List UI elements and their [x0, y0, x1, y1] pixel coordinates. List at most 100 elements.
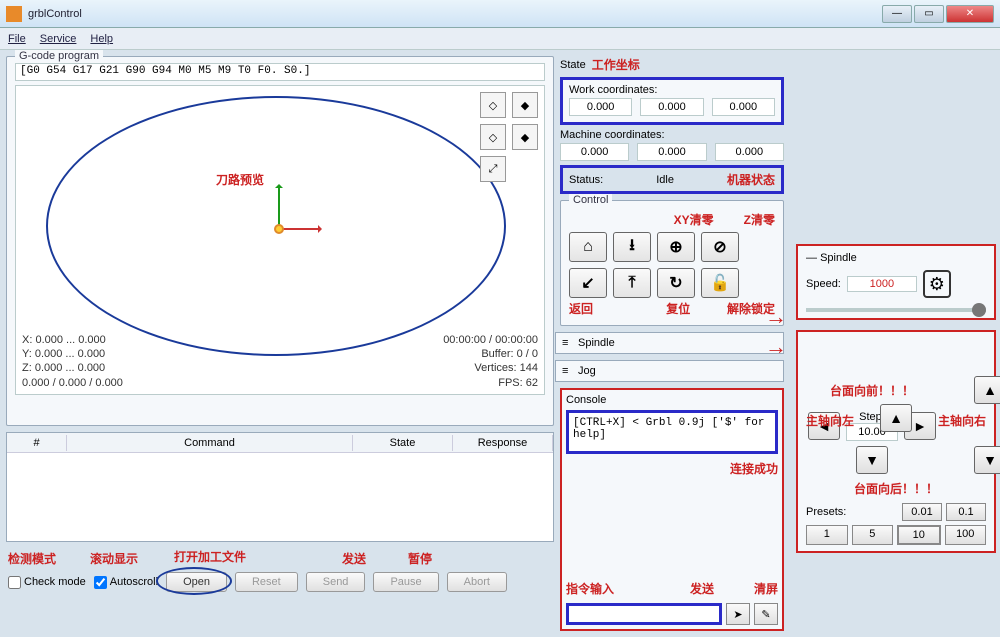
annot-scroll: 滚动显示: [90, 550, 138, 567]
reset-button[interactable]: Reset: [235, 572, 298, 592]
jog-z-down-button[interactable]: ▼: [974, 446, 1000, 474]
preview-stats-right: 00:00:00 / 00:00:00 Buffer: 0 / 0 Vertic…: [443, 333, 538, 390]
minimize-button[interactable]: —: [882, 5, 912, 23]
work-y: 0.000: [640, 98, 703, 116]
th-command: Command: [67, 435, 353, 451]
toolpath-preview[interactable]: 刀路预览 ◇ ◆ ◇ ◆ ⤢ X: 0.000 ... 0.000 Y:: [15, 85, 545, 395]
status-row: Status: Idle 机器状态: [560, 165, 784, 194]
jog-collapse[interactable]: ≡ Jog: [555, 360, 784, 382]
work-z: 0.000: [712, 98, 775, 116]
preset-10[interactable]: 10: [897, 525, 941, 545]
slider-thumb[interactable]: [972, 303, 986, 317]
jog-z-up-button[interactable]: ▲: [974, 376, 1000, 404]
jog-y-plus-button[interactable]: ▲: [880, 404, 912, 432]
hamburger-icon: ≡: [562, 337, 574, 349]
autoscroll-checkbox[interactable]: Autoscroll: [94, 576, 158, 589]
origin-icon: [274, 224, 284, 234]
annot-yplus: 台面向前！！！: [830, 384, 914, 398]
annot-clear: 清屏: [754, 580, 778, 597]
hamburger-icon: ≡: [562, 365, 574, 377]
preset-5[interactable]: 5: [852, 525, 894, 545]
home-button[interactable]: ⌂: [569, 232, 607, 262]
annot-send: 发送: [342, 550, 366, 567]
close-button[interactable]: ✕: [946, 5, 994, 23]
preset-0-01[interactable]: 0.01: [902, 503, 942, 521]
console-output[interactable]: [CTRL+X] < Grbl 0.9j ['$' for help]: [566, 410, 778, 454]
view-iso-solid-button[interactable]: ◆: [512, 92, 538, 118]
fit-view-button[interactable]: ⤢: [480, 156, 506, 182]
state-label: State: [560, 59, 586, 71]
th-response: Response: [453, 435, 553, 451]
annot-ok: 连接成功: [730, 462, 778, 476]
annot-consend: 发送: [690, 580, 714, 597]
work-x: 0.000: [569, 98, 632, 116]
speed-value[interactable]: 1000: [847, 276, 917, 292]
annot-open: 打开加工文件: [174, 548, 246, 565]
annot-pause: 暂停: [408, 550, 432, 567]
maximize-button[interactable]: ▭: [914, 5, 944, 23]
zero-xy-button[interactable]: ⊕: [657, 232, 695, 262]
zero-z-button[interactable]: ⊘: [701, 232, 739, 262]
view-side-button[interactable]: ◆: [512, 124, 538, 150]
console-clear-button[interactable]: ✎: [754, 603, 778, 625]
annot-xplus: 主轴向右: [938, 412, 986, 432]
open-button[interactable]: Open: [166, 572, 227, 592]
control-label: Control: [569, 194, 612, 206]
menu-service[interactable]: Service: [40, 33, 77, 45]
spindle-slider[interactable]: [806, 308, 986, 312]
probe-button[interactable]: ⭳: [613, 232, 651, 262]
menu-bar: File Service Help: [0, 28, 1000, 50]
annot-yminus: 台面向后！！！: [854, 482, 938, 496]
menu-file[interactable]: File: [8, 33, 26, 45]
mach-coords-label: Machine coordinates:: [560, 129, 784, 141]
check-mode-checkbox[interactable]: Check mode: [8, 576, 86, 589]
gcode-group: G-code program [G0 G54 G17 G21 G90 G94 M…: [6, 56, 554, 426]
preset-100[interactable]: 100: [945, 525, 987, 545]
bottom-controls: 检测模式 滚动显示 打开加工文件 发送 暂停 Check mode Autosc…: [6, 548, 554, 594]
axis-y-icon: [278, 186, 280, 226]
preset-0-1[interactable]: 0.1: [946, 503, 986, 521]
console-send-button[interactable]: ➤: [726, 603, 750, 625]
window-title: grblControl: [28, 8, 882, 20]
title-bar: grblControl — ▭ ✕: [0, 0, 1000, 28]
status-label: Status:: [569, 174, 603, 186]
send-button[interactable]: Send: [306, 572, 366, 592]
reset-grbl-button[interactable]: ↻: [657, 268, 695, 298]
preset-1[interactable]: 1: [806, 525, 848, 545]
pause-button[interactable]: Pause: [373, 572, 438, 592]
control-group: Control XY清零 Z清零 ⌂ ⭳ ⊕ ⊘ ↙ ⤒ ↻ 🔓 返回 复位 解…: [560, 200, 784, 326]
annot-return: 返回: [569, 300, 593, 317]
console-label: Console: [566, 394, 778, 406]
annot-reset: 复位: [666, 300, 690, 317]
return-button[interactable]: ↙: [569, 268, 607, 298]
speed-label: Speed:: [806, 278, 841, 290]
spindle-collapse[interactable]: ≡ Spindle: [555, 332, 784, 354]
mach-x: 0.000: [560, 143, 629, 161]
safe-z-button[interactable]: ⤒: [613, 268, 651, 298]
unlock-button[interactable]: 🔓: [701, 268, 739, 298]
menu-help[interactable]: Help: [90, 33, 113, 45]
gcode-current-line: [G0 G54 G17 G21 G90 G94 M0 M5 M9 T0 F0. …: [15, 63, 545, 81]
mach-y: 0.000: [637, 143, 706, 161]
annot-xyzero: XY清零: [674, 211, 714, 228]
jog-y-minus-button[interactable]: ▼: [856, 446, 888, 474]
view-front-button[interactable]: ◇: [480, 124, 506, 150]
work-coords-block: Work coordinates: 0.000 0.000 0.000: [560, 77, 784, 125]
spindle-panel-label: Spindle: [820, 252, 857, 264]
spindle-row-label: Spindle: [578, 337, 615, 349]
th-index: #: [7, 435, 67, 451]
console-group: Console [CTRL+X] < Grbl 0.9j ['$' for he…: [560, 388, 784, 631]
app-icon: [6, 6, 22, 22]
command-table[interactable]: # Command State Response: [6, 432, 554, 542]
annot-input: 指令输入: [566, 580, 614, 597]
console-input[interactable]: [566, 603, 722, 625]
view-iso-wire-button[interactable]: ◇: [480, 92, 506, 118]
abort-button[interactable]: Abort: [447, 572, 507, 592]
mach-z: 0.000: [715, 143, 784, 161]
annot-check: 检测模式: [8, 550, 56, 567]
jog-panel: 台面向前！！！ ▲ ◄ Step: 10.00 ► ▼ ▼ 主轴向左 ▲ 主轴向…: [796, 330, 996, 553]
arrow-icon: →: [765, 334, 787, 360]
spindle-toggle-button[interactable]: ⚙: [923, 270, 951, 298]
status-value: Idle: [609, 174, 721, 186]
annot-preview: 刀路预览: [216, 171, 264, 188]
